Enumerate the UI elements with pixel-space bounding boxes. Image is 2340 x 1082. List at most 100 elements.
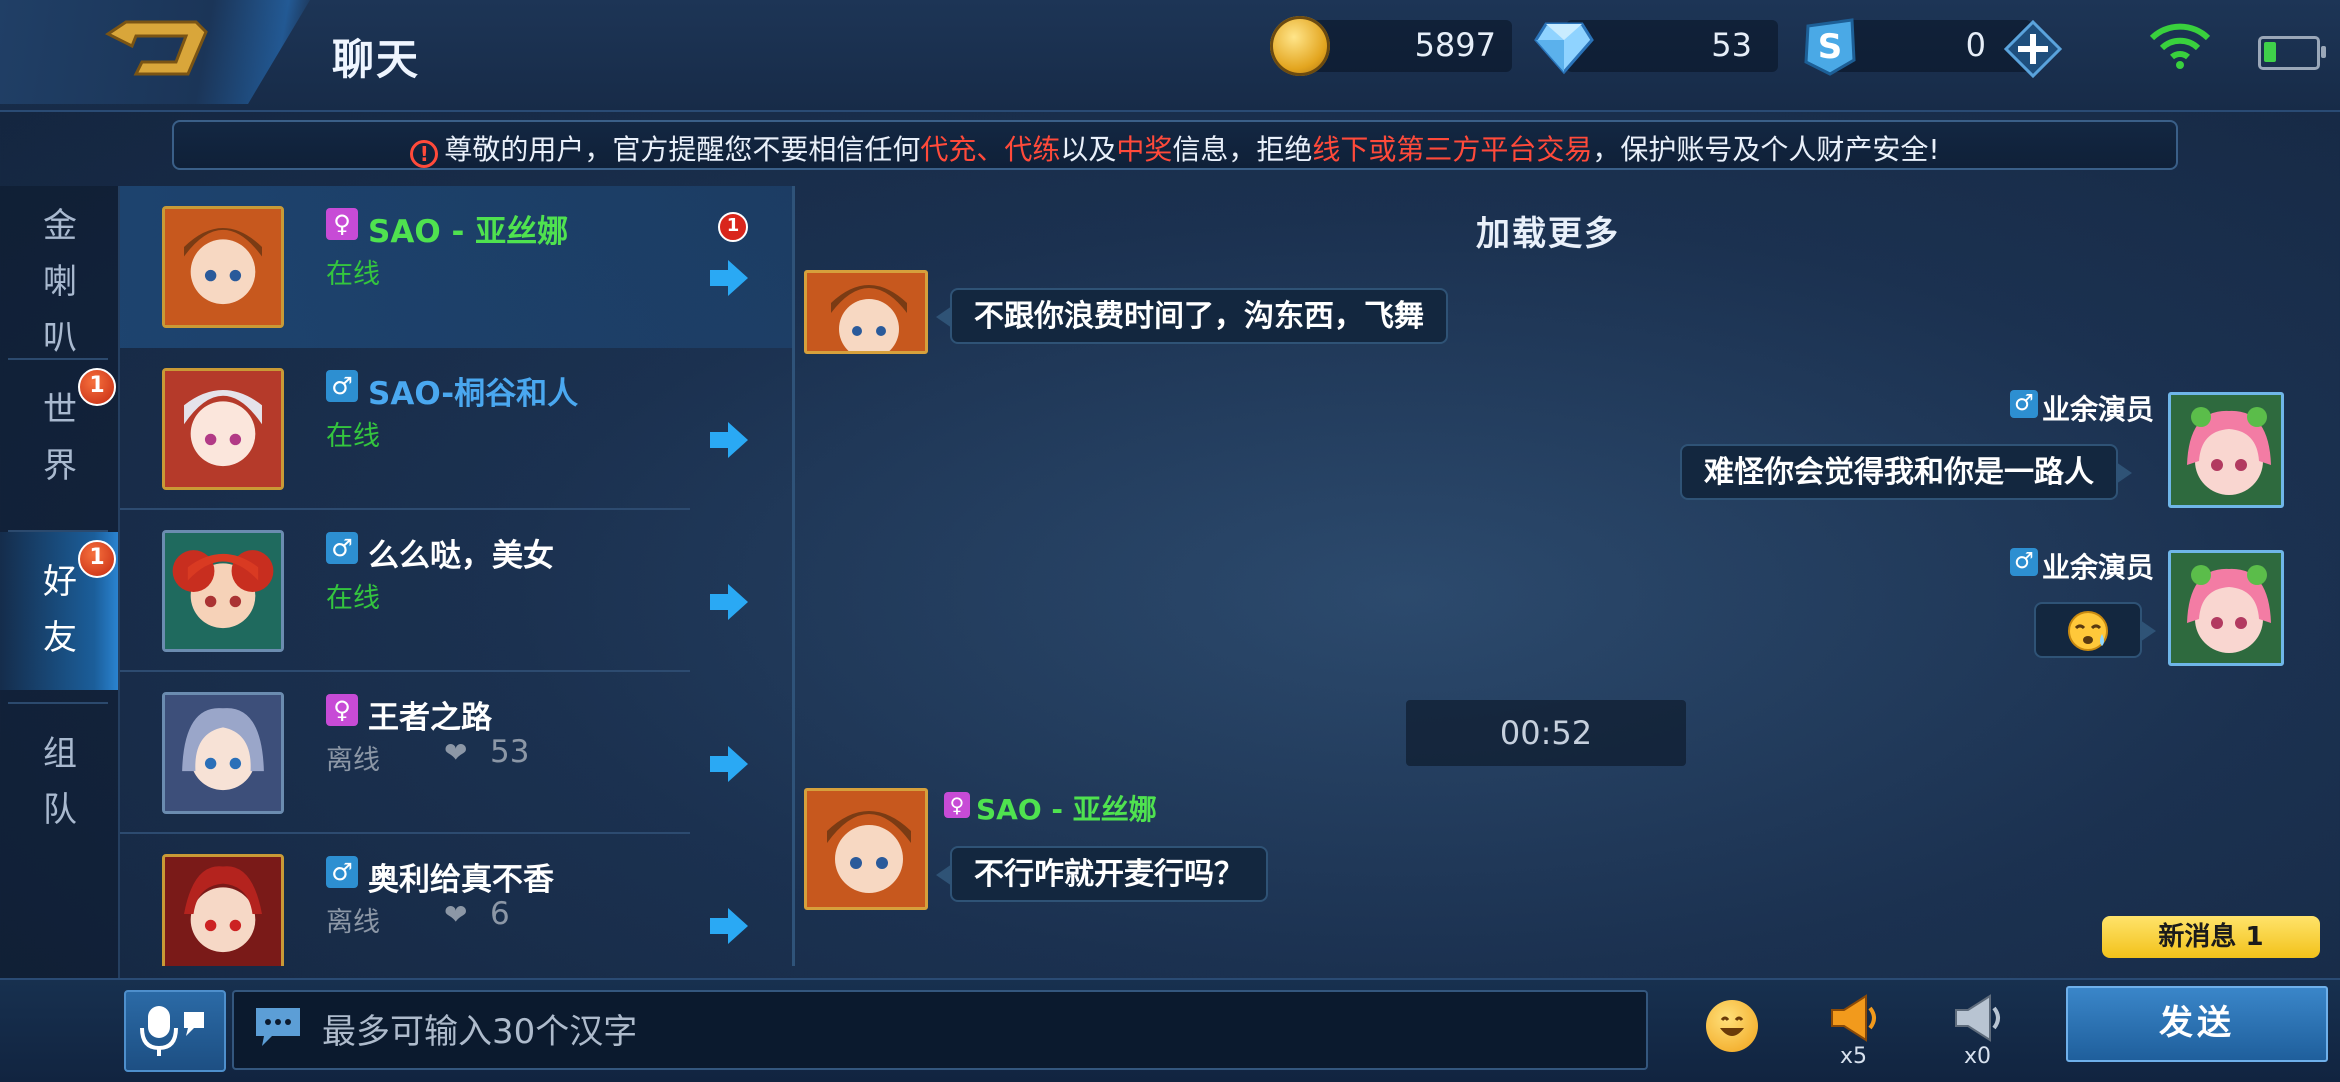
back-icon: [105, 20, 208, 76]
safety-notice-text: ! 尊敬的用户，官方提醒您不要相信任何代充、代练以及中奖信息，拒绝线下或第三方平台…: [174, 128, 2176, 168]
male-icon: ♂: [2010, 390, 2038, 418]
avatar: [162, 206, 284, 328]
s-badge-icon: S: [1804, 18, 1856, 76]
notice-part: 以及: [1060, 133, 1117, 166]
tab-world[interactable]: 世界 1: [0, 360, 118, 518]
sender-name: SAO - 亚丝娜: [976, 793, 1157, 826]
friend-name: 王者之路: [368, 700, 492, 736]
emoji-button[interactable]: [1706, 1000, 1758, 1052]
gold-amount: 5897: [1414, 26, 1496, 64]
friend-item-kirito[interactable]: ♂ SAO-桐谷和人 在线: [120, 348, 792, 510]
chat-bubble-icon: [256, 1008, 300, 1046]
chat-message: 不跟你浪费时间了，沟东西，飞舞: [936, 288, 1448, 344]
wifi-icon: [2149, 23, 2211, 69]
microphone-icon: [140, 1006, 204, 1056]
new-messages-button[interactable]: 新消息 1: [2102, 916, 2320, 958]
arrow-right-icon[interactable]: [706, 580, 750, 624]
message-input-placeholder: 最多可输入30个汉字: [322, 1012, 638, 1052]
sleepy-face-emoji-icon: [2068, 611, 2108, 651]
diamond-icon: [1534, 22, 1594, 75]
female-icon: ♀: [944, 792, 970, 818]
diamond-amount: 53: [1711, 26, 1752, 64]
tab-friends-label: 好友: [43, 562, 77, 658]
friend-name: 么么哒，美女: [368, 538, 554, 574]
chat-avatar[interactable]: [2168, 392, 2284, 508]
chat-avatar[interactable]: [2168, 550, 2284, 666]
female-icon: ♀: [326, 208, 358, 240]
gold-horn-count: x5: [1840, 1044, 1868, 1069]
friend-name: SAO - 亚丝娜: [368, 214, 569, 250]
chat-message-emoji: [2034, 602, 2156, 658]
sender-name: 业余演员: [2042, 551, 2155, 584]
warning-icon: !: [410, 140, 439, 168]
male-icon: ♂: [326, 370, 358, 402]
arrow-right-icon[interactable]: [706, 256, 750, 300]
friend-list[interactable]: ♀ SAO - 亚丝娜 在线 1 ♂ SAO-桐谷和人 在线 ♂ 么么哒，美女 …: [120, 186, 792, 966]
friend-item-asuna[interactable]: ♀ SAO - 亚丝娜 在线 1: [120, 186, 792, 348]
load-more-link[interactable]: 加载更多: [1476, 206, 1620, 255]
friend-status: 在线: [326, 583, 380, 614]
friend-status: 在线: [326, 259, 380, 290]
friend-status: 离线: [326, 907, 380, 938]
sender-name: 业余演员: [2042, 393, 2155, 426]
avatar: [162, 854, 284, 966]
female-icon: ♀: [326, 694, 358, 726]
avatar: [162, 692, 284, 814]
arrow-right-icon[interactable]: [706, 904, 750, 948]
channel-tabs: 金喇叭 世界 1 好友 1 组队: [0, 186, 120, 1080]
tab-friends[interactable]: 好友 1: [0, 532, 118, 690]
timestamp: 00:52: [1406, 700, 1686, 766]
arrow-right-icon[interactable]: [706, 418, 750, 462]
friend-name: 奥利给真不香: [368, 862, 554, 898]
male-icon: ♂: [326, 532, 358, 564]
panel-divider: [792, 186, 795, 966]
svg-text:S: S: [1818, 27, 1843, 67]
tab-friends-badge: 1: [78, 540, 116, 578]
friend-status: 离线: [326, 745, 380, 776]
arrow-right-icon[interactable]: [706, 742, 750, 786]
tab-world-badge: 1: [78, 368, 116, 406]
send-button[interactable]: 发送: [2066, 986, 2328, 1062]
male-icon: ♂: [326, 856, 358, 888]
intimacy-heart-icon: ❤: [444, 898, 468, 931]
notice-part: 尊敬的用户，官方提醒您不要相信任何: [444, 133, 921, 166]
chat-message: 不行咋就开麦行吗？: [936, 846, 1268, 902]
silver-horn-count: x0: [1964, 1044, 1992, 1069]
s-points-amount: 0: [1965, 26, 1986, 64]
intimacy-value: 53: [490, 734, 530, 770]
avatar: [162, 530, 284, 652]
plus-icon[interactable]: [2004, 20, 2062, 78]
friend-status: 在线: [326, 421, 380, 452]
intimacy-value: 6: [490, 896, 510, 932]
tab-team-label: 组队: [43, 734, 77, 830]
male-icon: ♂: [2010, 548, 2038, 576]
gold-coin-icon: [1270, 16, 1330, 76]
chat-avatar[interactable]: [804, 788, 928, 910]
page-title: 聊天: [332, 35, 421, 84]
friend-item-wangzhezhilu[interactable]: ♀ 王者之路 离线 ❤ 53: [120, 672, 792, 834]
tab-team[interactable]: 组队: [0, 704, 118, 862]
gold-horn-icon[interactable]: [1826, 990, 1882, 1046]
avatar: [162, 368, 284, 490]
notice-highlight: 中奖: [1116, 133, 1173, 166]
chat-avatar[interactable]: [804, 270, 928, 354]
chat-message: 难怪你会觉得我和你是一路人: [1680, 444, 2132, 500]
unread-badge: 1: [718, 212, 748, 242]
notice-part: ，保护账号及个人财产安全!: [1592, 133, 1940, 166]
notice-highlight: 线下或第三方平台交易: [1312, 133, 1593, 166]
notice-highlight: 代充、代练: [920, 133, 1061, 166]
friend-name: SAO-桐谷和人: [368, 376, 579, 412]
safety-notice-banner: ! 尊敬的用户，官方提醒您不要相信任何代充、代练以及中奖信息，拒绝线下或第三方平台…: [172, 120, 2178, 170]
voice-input-button[interactable]: [124, 990, 226, 1072]
tab-gold-horn[interactable]: 金喇叭: [0, 186, 118, 358]
friend-item-aoligei[interactable]: ♂ 奥利给真不香 离线 ❤ 6: [120, 834, 792, 966]
smiley-icon: [1720, 1016, 1744, 1036]
intimacy-heart-icon: ❤: [444, 736, 468, 769]
tab-world-label: 世界: [43, 390, 77, 486]
tab-gold-horn-label: 金喇叭: [43, 206, 77, 358]
friend-item-memeda[interactable]: ♂ 么么哒，美女 在线: [120, 510, 792, 672]
notice-part: 信息，拒绝: [1172, 133, 1313, 166]
battery-level: [2264, 42, 2276, 62]
battery-icon: [2258, 36, 2326, 70]
silver-horn-icon[interactable]: [1950, 990, 2006, 1046]
